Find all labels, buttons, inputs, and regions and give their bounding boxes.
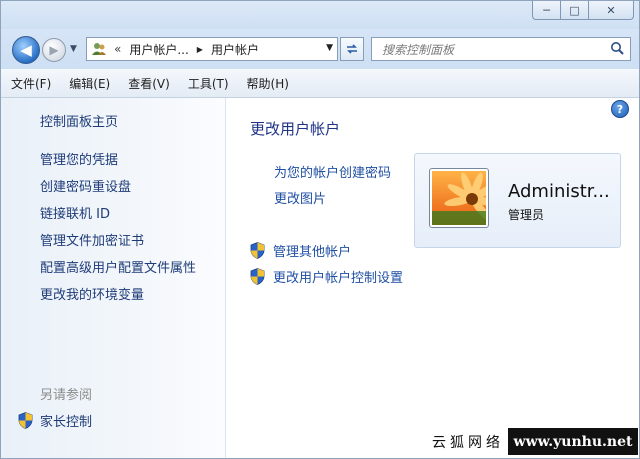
user-account-tile: Administr... 管理员	[414, 153, 621, 248]
task-pane: 控制面板主页 管理您的凭据 创建密码重设盘 链接联机 ID 管理文件加密证书 配…	[1, 98, 226, 458]
refresh-button[interactable]	[340, 37, 364, 61]
title-bar: ─ □ ✕	[1, 1, 639, 29]
back-arrow-icon: ◀	[20, 41, 32, 59]
menu-bar: 文件(F) 编辑(E) 查看(V) 工具(T) 帮助(H)	[1, 69, 639, 98]
task-links: 管理您的凭据 创建密码重设盘 链接联机 ID 管理文件加密证书 配置高级用户配置…	[40, 149, 196, 311]
control-panel-home-link[interactable]: 控制面板主页	[40, 111, 118, 130]
navigation-bar: ◀ ▶ ▼ « 用户帐户... ▶ 用户帐户 ▼ 搜索控制面板	[1, 29, 639, 69]
uac-settings-label[interactable]: 更改用户帐户控制设置	[273, 267, 403, 286]
sidebar-link-online-id[interactable]: 链接联机 ID	[40, 203, 196, 230]
search-box[interactable]: 搜索控制面板	[371, 37, 631, 61]
menu-view[interactable]: 查看(V)	[119, 75, 179, 92]
manage-other-accounts-link[interactable]: 管理其他帐户	[250, 241, 351, 260]
maximize-icon: □	[569, 3, 580, 17]
watermark: 云狐网络 www.yunhu.net	[428, 428, 638, 455]
minimize-button[interactable]: ─	[532, 1, 560, 20]
flower-avatar-icon	[432, 171, 500, 225]
parental-controls-label[interactable]: 家长控制	[40, 411, 92, 430]
parental-controls-link[interactable]: 家长控制	[18, 411, 92, 430]
menu-tools[interactable]: 工具(T)	[179, 75, 238, 92]
sidebar-link-profile-properties[interactable]: 配置高级用户配置文件属性	[40, 257, 196, 284]
help-icon: ?	[616, 102, 624, 116]
close-icon: ✕	[606, 3, 616, 17]
back-button[interactable]: ◀	[12, 36, 40, 64]
forward-arrow-icon: ▶	[49, 43, 59, 57]
search-placeholder: 搜索控制面板	[382, 42, 455, 57]
manage-other-accounts-label[interactable]: 管理其他帐户	[273, 241, 351, 260]
menu-edit[interactable]: 编辑(E)	[60, 75, 119, 92]
see-also-heading: 另请参阅	[40, 388, 93, 403]
address-history-dropdown[interactable]: ▼	[326, 43, 333, 53]
shield-icon	[250, 268, 265, 285]
menu-help[interactable]: 帮助(H)	[238, 75, 298, 92]
sidebar-link-manage-credentials[interactable]: 管理您的凭据	[40, 149, 196, 176]
account-name: Administr...	[508, 181, 610, 202]
sidebar-link-password-reset-disk[interactable]: 创建密码重设盘	[40, 176, 196, 203]
minimize-icon: ─	[543, 3, 550, 17]
user-picture[interactable]	[429, 168, 500, 228]
account-type: 管理员	[508, 208, 545, 222]
close-button[interactable]: ✕	[588, 1, 634, 20]
help-button[interactable]: ?	[611, 100, 629, 118]
uac-settings-link[interactable]: 更改用户帐户控制设置	[250, 267, 403, 286]
breadcrumb-separator-icon[interactable]: ▶	[197, 45, 203, 54]
watermark-url: www.yunhu.net	[508, 428, 638, 455]
search-icon[interactable]	[610, 41, 625, 56]
create-password-link[interactable]: 为您的帐户创建密码	[274, 162, 391, 181]
shield-icon	[250, 242, 265, 259]
window: ─ □ ✕ ◀ ▶ ▼ « 用户帐户... ▶ 用户帐户 ▼ 搜索控制面板 文件…	[0, 0, 640, 459]
breadcrumb-current[interactable]: 用户帐户	[211, 41, 259, 58]
shield-icon	[18, 412, 33, 429]
caption-buttons: ─ □ ✕	[532, 1, 634, 20]
breadcrumb-overflow-chevron[interactable]: «	[114, 42, 121, 56]
recent-pages-dropdown[interactable]: ▼	[70, 44, 77, 54]
refresh-icon	[347, 44, 357, 54]
forward-button[interactable]: ▶	[42, 38, 66, 62]
page-title: 更改用户帐户	[250, 120, 341, 138]
change-picture-link[interactable]: 更改图片	[274, 188, 326, 207]
sidebar-link-environment-variables[interactable]: 更改我的环境变量	[40, 284, 196, 311]
maximize-button[interactable]: □	[560, 1, 588, 20]
breadcrumb-parent[interactable]: 用户帐户...	[129, 41, 188, 58]
sidebar-link-encryption-certificates[interactable]: 管理文件加密证书	[40, 230, 196, 257]
content-pane: ? 更改用户帐户 为您的帐户创建密码 更改图片 管理其他帐户 更改用户帐户控制设…	[226, 98, 639, 458]
address-bar[interactable]: « 用户帐户... ▶ 用户帐户 ▼	[86, 37, 338, 61]
watermark-text: 云狐网络	[428, 428, 508, 455]
menu-file[interactable]: 文件(F)	[1, 75, 60, 92]
user-accounts-icon	[90, 41, 108, 57]
